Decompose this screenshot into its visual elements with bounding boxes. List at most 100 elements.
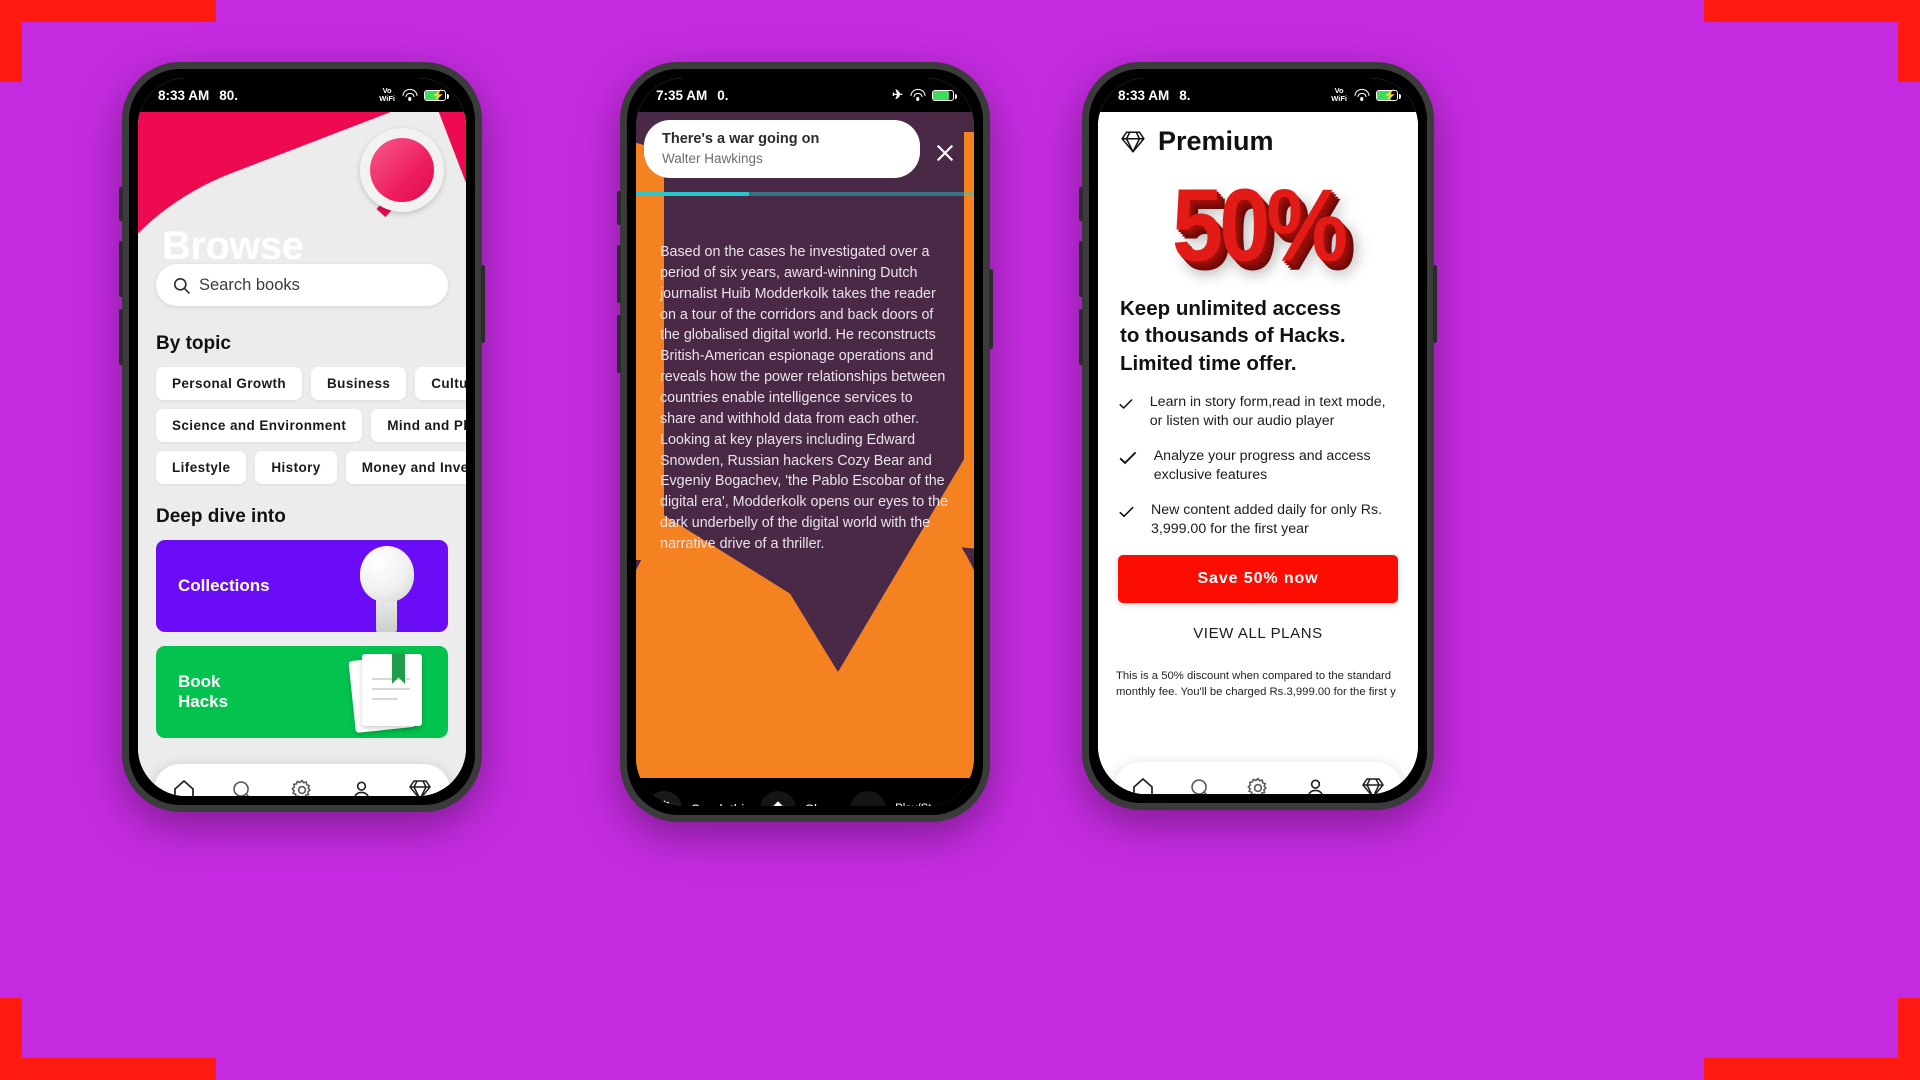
spark-this-label: Spark this [691, 802, 751, 807]
status-extra: 8. [1179, 87, 1191, 103]
side-button[interactable] [119, 187, 123, 221]
story-title: There's a war going on [662, 131, 820, 147]
story-progress-bar[interactable] [636, 192, 974, 196]
person-icon [353, 781, 369, 796]
share-icon [770, 800, 786, 806]
topic-chip[interactable]: Personal Growth [156, 367, 303, 400]
sidebar-item-premium[interactable] [406, 776, 434, 796]
bottom-nav-bar [1114, 762, 1402, 794]
topic-chip[interactable]: Money and Investment [345, 451, 466, 484]
benefit-item: Learn in story form,read in text mode, o… [1118, 393, 1398, 431]
wifi-icon [402, 89, 417, 101]
diamond-icon [409, 780, 432, 796]
gear-icon [291, 779, 311, 796]
power-button[interactable] [989, 269, 993, 349]
topic-chip[interactable]: History [255, 451, 337, 484]
search-icon [173, 277, 190, 294]
corner-accent-bottom-right-v [1898, 998, 1920, 1080]
sidebar-item-premium[interactable] [1359, 774, 1387, 794]
sidebar-item-search[interactable] [1186, 774, 1214, 794]
premium-headline: Keep unlimited access to thousands of Ha… [1098, 289, 1418, 377]
status-extra: 80. [219, 87, 239, 103]
story-canvas: Based on the cases he investigated over … [636, 112, 974, 778]
premium-content: Premium 50% Keep unlimited access to tho… [1098, 112, 1418, 794]
share-button[interactable] [760, 791, 797, 806]
view-all-plans-link[interactable]: VIEW ALL PLANS [1098, 625, 1418, 642]
sidebar-item-profile[interactable] [347, 776, 375, 796]
side-button[interactable] [1079, 187, 1083, 221]
status-time: 8:33 AM [158, 87, 210, 103]
volume-up-button[interactable] [119, 241, 123, 297]
corner-accent-top-left-v [0, 0, 22, 82]
discount-value: 50% [1171, 168, 1348, 283]
close-icon [936, 144, 954, 162]
status-bar: 7:35 AM 0. ✈ [636, 78, 974, 112]
volume-up-button[interactable] [1079, 241, 1083, 297]
power-button[interactable] [481, 265, 485, 343]
story-title-card[interactable]: There's a war going on Walter Hawkings [644, 120, 920, 179]
volume-down-button[interactable] [1079, 309, 1083, 365]
premium-header: Premium [1098, 112, 1418, 163]
power-button[interactable] [1433, 265, 1437, 343]
more-options-button[interactable] [850, 791, 887, 806]
story-content: Based on the cases he investigated over … [636, 112, 974, 806]
deep-dive-card-book-hacks[interactable]: Book Hacks [156, 646, 448, 738]
screen-premium: 8:33 AM 8. Vo WiFi ⚡ Premium 50% Keep un… [1098, 78, 1418, 794]
deep-dive-card-collections[interactable]: Collections [156, 540, 448, 632]
more-icon [857, 805, 879, 806]
home-icon [173, 779, 194, 796]
diamond-icon [1362, 778, 1385, 794]
spark-this-button[interactable] [646, 791, 682, 806]
topic-chip[interactable]: Science and Environment [156, 409, 363, 442]
search-input[interactable]: Search books [156, 264, 448, 306]
sidebar-item-discover[interactable] [288, 776, 316, 796]
phone-browse: 8:33 AM 80. Vo WiFi ⚡ Browse Search book… [119, 62, 485, 812]
discount-graphic: 50% [1098, 163, 1418, 289]
battery-icon [932, 89, 957, 101]
volume-up-button[interactable] [617, 245, 621, 303]
topic-chip[interactable]: Mind and Philosophy [371, 409, 466, 442]
corner-accent-top-right-v [1898, 0, 1920, 82]
volume-down-button[interactable] [617, 315, 621, 373]
story-author: Walter Hawkings [662, 151, 763, 167]
topic-chip[interactable]: Lifestyle [156, 451, 247, 484]
volte-wifi-icon: Vo WiFi [379, 86, 395, 103]
bottom-nav-bar [154, 764, 450, 796]
check-icon [1119, 506, 1134, 518]
magnifier-illustration [350, 128, 448, 248]
corner-accent-top-left-h [0, 0, 216, 22]
person-icon [1308, 779, 1324, 794]
story-toolbar: Spark this Share Play/Stop audio [636, 778, 974, 806]
topic-chip[interactable]: Business [311, 367, 407, 400]
section-title-deep-dive: Deep dive into [156, 506, 286, 527]
battery-charging-icon: ⚡ [424, 89, 449, 102]
progress-segment [861, 192, 974, 196]
benefit-item: New content added daily for only Rs. 3,9… [1118, 501, 1398, 539]
sidebar-item-home[interactable] [170, 776, 198, 796]
benefit-list: Learn in story form,read in text mode, o… [1098, 377, 1418, 538]
topic-chip[interactable]: Culture [415, 367, 466, 400]
battery-charging-icon: ⚡ [1376, 89, 1401, 102]
sidebar-item-discover[interactable] [1244, 774, 1272, 794]
sidebar-item-home[interactable] [1129, 774, 1157, 794]
search-icon [1191, 778, 1208, 794]
sidebar-item-search[interactable] [229, 776, 257, 796]
close-button[interactable] [926, 134, 964, 172]
phone-story: 7:35 AM 0. ✈ Based on the cases he inves… [617, 62, 993, 822]
story-body-text: Based on the cases he investigated over … [660, 244, 949, 553]
side-button[interactable] [617, 191, 621, 225]
card-label: Collections [178, 576, 270, 596]
screen-browse: 8:33 AM 80. Vo WiFi ⚡ Browse Search book… [138, 78, 466, 796]
benefit-text: Learn in story form,read in text mode, o… [1149, 394, 1386, 430]
progress-segment [636, 192, 749, 196]
page-title: Premium [1158, 126, 1274, 156]
airplane-icon: ✈ [892, 87, 903, 102]
volte-wifi-icon: Vo WiFi [1331, 86, 1347, 103]
status-bar: 8:33 AM 80. Vo WiFi ⚡ [138, 78, 466, 112]
lightbulb-icon [356, 546, 418, 632]
story-header: There's a war going on Walter Hawkings [636, 112, 974, 179]
save-now-button[interactable]: Save 50% now [1118, 554, 1398, 603]
sidebar-item-profile[interactable] [1302, 774, 1330, 794]
play-stop-audio-label: Play/Stop audio [895, 803, 974, 806]
volume-down-button[interactable] [119, 309, 123, 365]
